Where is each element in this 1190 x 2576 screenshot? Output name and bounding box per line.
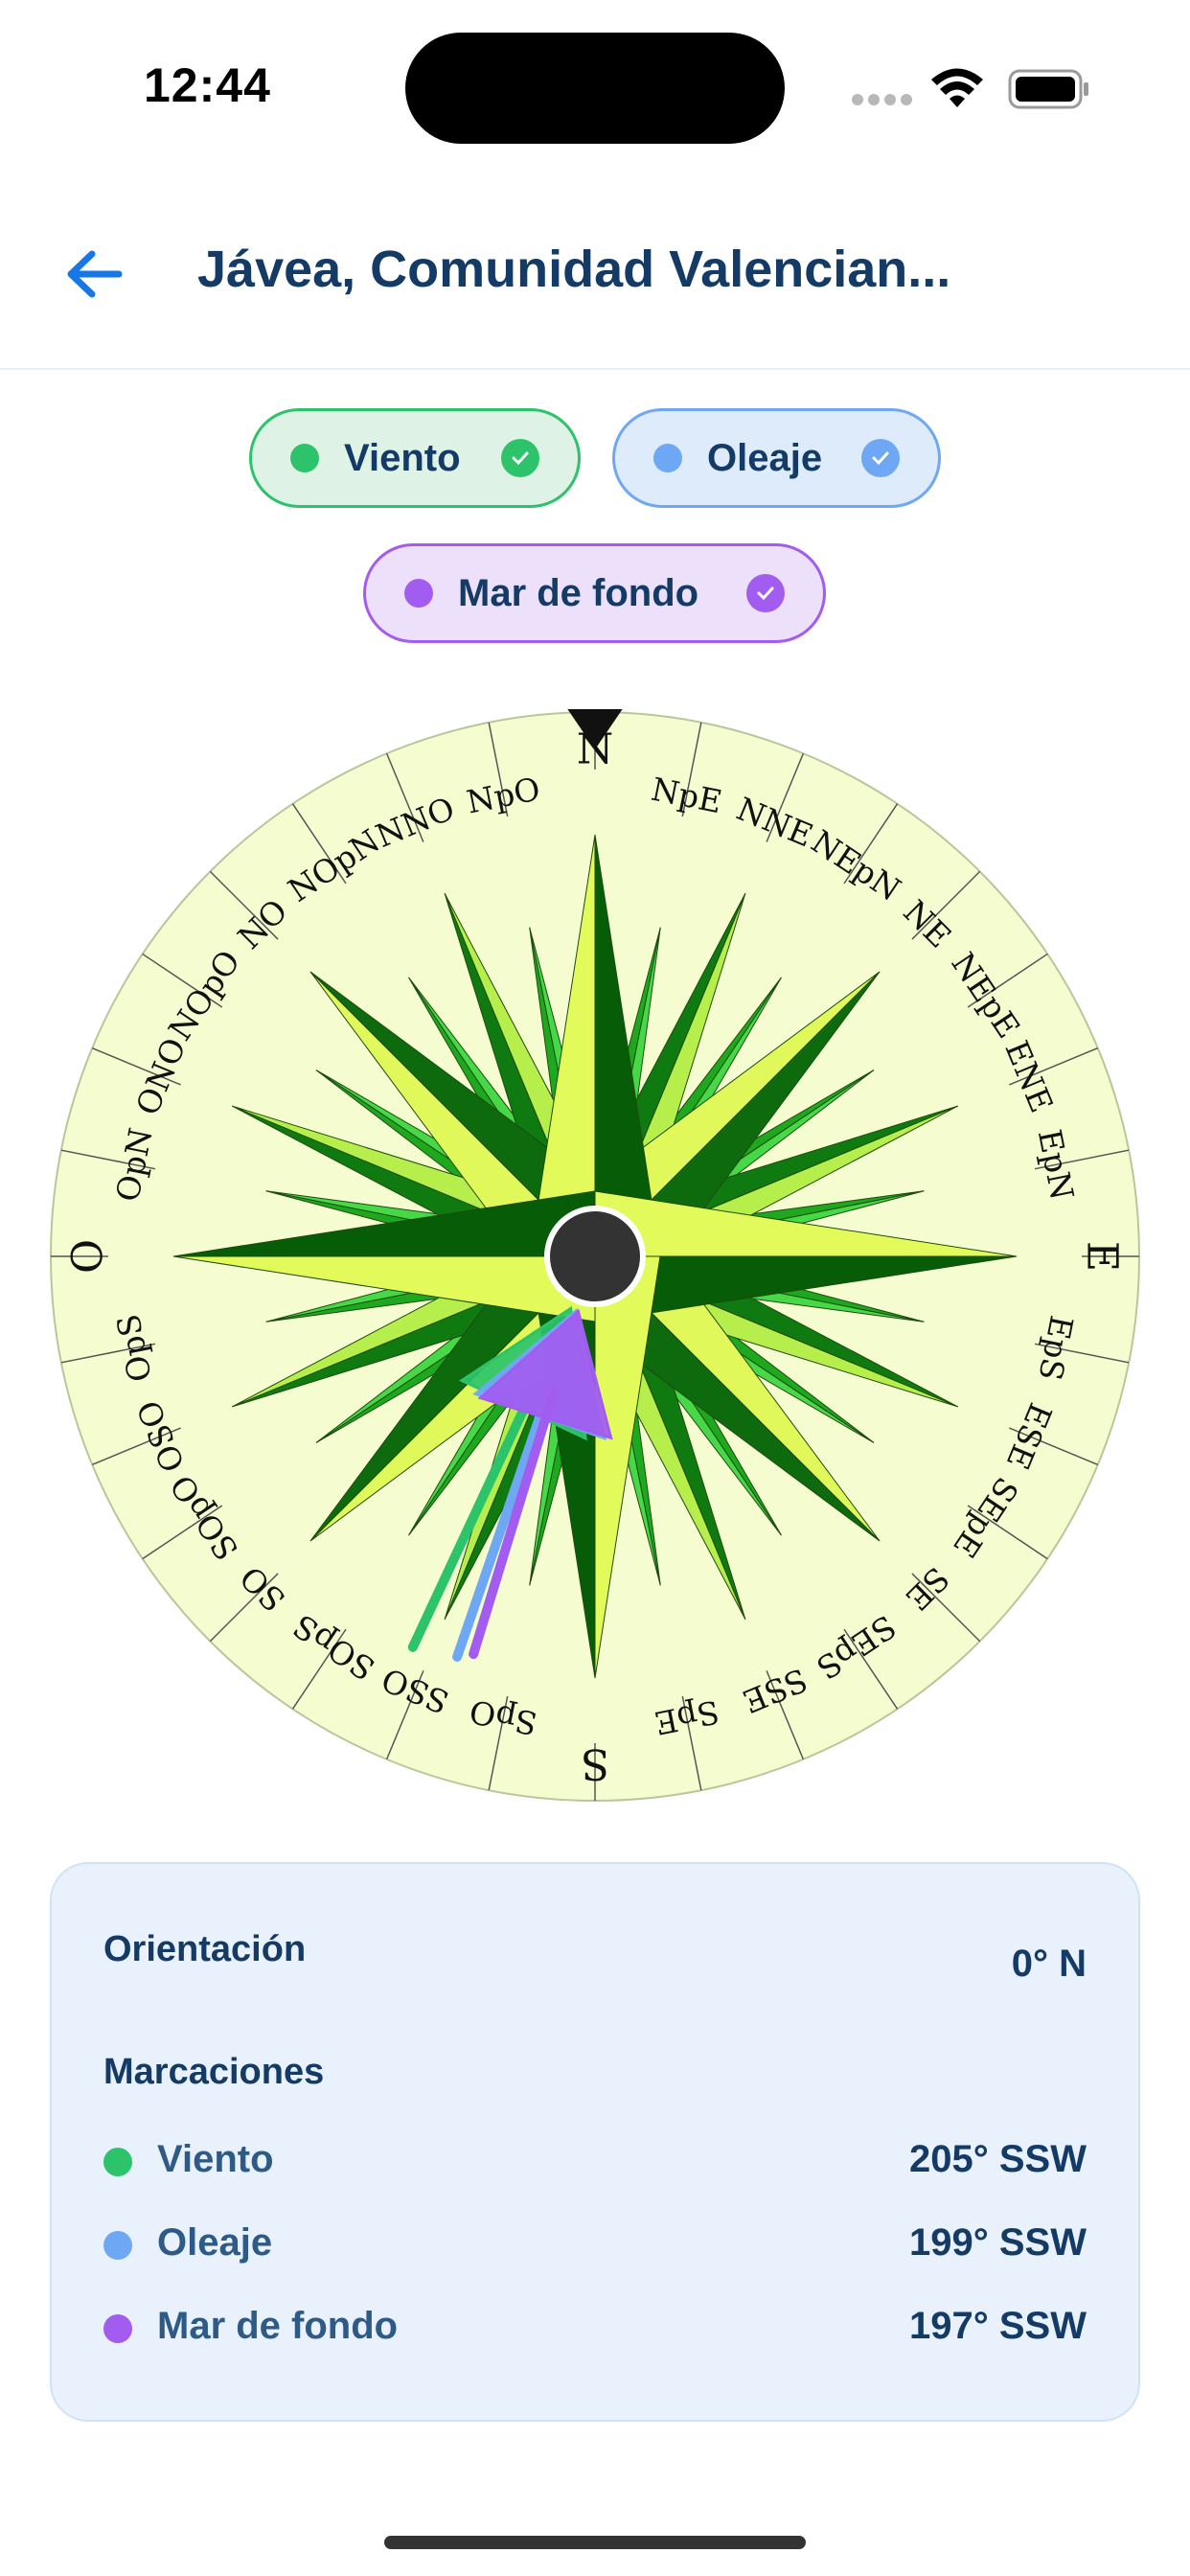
compass-label: E <box>1078 1241 1127 1272</box>
battery-icon <box>1008 69 1088 109</box>
marking-name-mar-de-fondo: Mar de fondo <box>157 2305 399 2347</box>
info-card: Orientación 0° N Marcaciones Viento 205°… <box>50 1862 1140 2422</box>
viento-color-dot <box>290 444 319 472</box>
marking-value-viento: 205° SSW <box>909 2138 1087 2180</box>
compass-label: S <box>581 1739 609 1788</box>
mar-de-fondo-dot <box>103 2314 132 2343</box>
cellular-signal-icon <box>852 94 912 105</box>
page-title: Jávea, Comunidad Valencian... <box>197 241 951 298</box>
check-icon <box>861 439 900 477</box>
home-indicator <box>384 2536 806 2549</box>
mar-de-fondo-color-dot <box>404 579 433 608</box>
filter-chip-viento[interactable]: Viento <box>249 408 581 508</box>
marking-name-oleaje: Oleaje <box>157 2221 273 2264</box>
oleaje-color-dot <box>653 444 682 472</box>
compass-center-hub <box>544 1206 646 1307</box>
dynamic-island <box>405 33 785 144</box>
chip-label: Mar de fondo <box>458 571 699 614</box>
viento-dot <box>103 2148 132 2176</box>
compass-rose[interactable]: NNpENNENEpNNENEpEENEEpNEEpSESESEpESESEpS… <box>48 709 1142 1804</box>
marking-name-viento: Viento <box>157 2138 274 2180</box>
wifi-icon <box>931 68 983 107</box>
filter-chip-mar-de-fondo[interactable]: Mar de fondo <box>363 543 826 643</box>
filter-chip-oleaje[interactable]: Oleaje <box>612 408 941 508</box>
check-icon <box>746 574 785 612</box>
check-icon <box>501 439 539 477</box>
header-divider <box>0 368 1190 370</box>
marking-value-oleaje: 199° SSW <box>909 2221 1087 2264</box>
chip-label: Viento <box>344 436 461 479</box>
markings-label: Marcaciones <box>103 2052 325 2092</box>
status-time: 12:44 <box>144 58 271 112</box>
back-arrow-icon <box>67 250 123 298</box>
orientation-label: Orientación <box>103 1929 307 1969</box>
compass-label: O <box>64 1239 113 1274</box>
back-button[interactable] <box>61 245 128 303</box>
marking-value-mar-de-fondo: 197° SSW <box>909 2305 1087 2347</box>
oleaje-dot <box>103 2231 132 2260</box>
orientation-value: 0° N <box>1011 1943 1087 1985</box>
chip-label: Oleaje <box>707 436 823 479</box>
